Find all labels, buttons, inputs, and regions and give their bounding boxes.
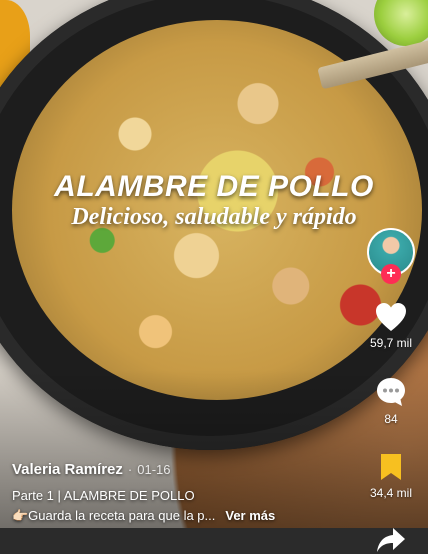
- action-rail: + 59,7 mil 84 34,4 mil: [366, 228, 416, 554]
- comment-icon: [377, 378, 405, 406]
- video-frame[interactable]: [0, 0, 428, 528]
- see-more-link[interactable]: Ver más: [225, 508, 275, 524]
- follow-button[interactable]: +: [381, 264, 401, 284]
- caption-line-1: Parte 1 | ALAMBRE DE POLLO: [12, 488, 195, 503]
- separator-dot: ·: [127, 462, 133, 477]
- bottom-gradient: [0, 0, 428, 528]
- share-button[interactable]: [375, 526, 407, 554]
- post-date: 01-16: [137, 462, 171, 477]
- caption-line-2: 👉🏻Guarda la receta para que la p... Ver …: [12, 508, 332, 528]
- bookmark-icon: [381, 454, 401, 480]
- comment-button[interactable]: 84: [375, 376, 407, 426]
- heart-icon: [376, 303, 406, 331]
- author-name[interactable]: Valeria Ramírez: [12, 461, 123, 478]
- save-count: 34,4 mil: [369, 486, 413, 500]
- like-count: 59,7 mil: [369, 336, 413, 350]
- creator-avatar[interactable]: +: [367, 228, 415, 284]
- post-info: Valeria Ramírez · 01-16 Parte 1 | ALAMBR…: [12, 461, 332, 528]
- share-icon: [377, 528, 405, 552]
- comment-count: 84: [384, 412, 398, 426]
- author-row: Valeria Ramírez · 01-16: [12, 461, 332, 478]
- video-subtitle-overlay: Delicioso, saludable y rápido: [71, 204, 357, 230]
- caption-text: 👉🏻Guarda la receta para que la p...: [12, 508, 216, 523]
- like-button[interactable]: 59,7 mil: [370, 302, 412, 350]
- video-title-overlay: ALAMBRE DE POLLO: [54, 170, 374, 203]
- save-button[interactable]: 34,4 mil: [370, 452, 412, 500]
